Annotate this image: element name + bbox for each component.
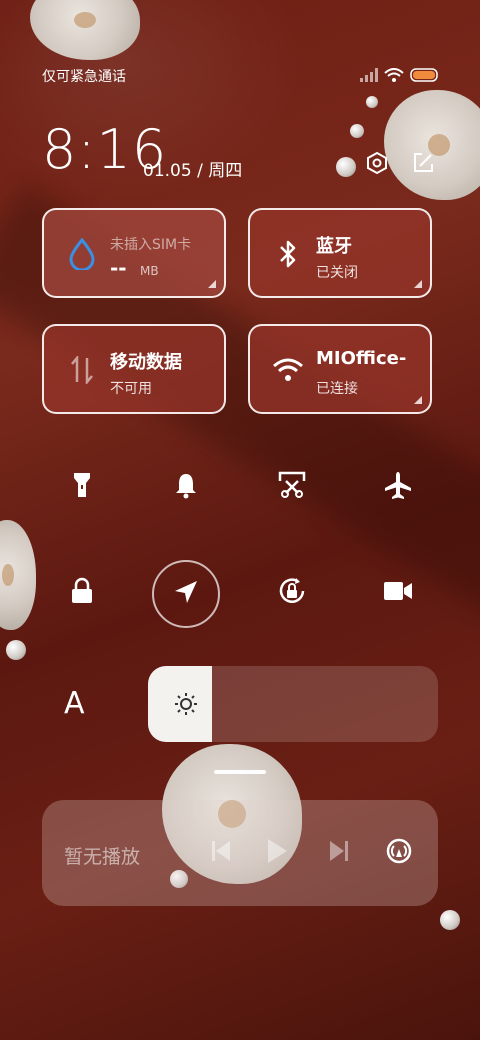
airplane-icon — [383, 470, 413, 504]
background-flower — [0, 520, 36, 630]
cast-button[interactable] — [382, 836, 416, 870]
tile-corner-indicator — [414, 396, 422, 404]
mobile-data-title: 移动数据 — [110, 352, 182, 373]
scissors-icon — [278, 471, 306, 503]
rotation-lock-icon — [277, 576, 307, 610]
location-arrow-icon — [173, 579, 199, 609]
carrier-label: 仅可紧急通话 — [42, 69, 126, 85]
wifi-icon — [272, 354, 304, 386]
data-usage-value: -- — [110, 256, 127, 280]
sun-icon — [174, 692, 198, 716]
airplane-mode-button[interactable] — [374, 463, 422, 511]
water-drop-icon — [66, 238, 98, 270]
edit-icon — [411, 151, 435, 179]
background-flower — [30, 0, 140, 60]
bluetooth-icon — [272, 238, 304, 270]
status-bar: 仅可紧急通话 — [42, 64, 440, 88]
data-usage-unit: MB — [140, 264, 159, 278]
lock-button[interactable] — [58, 569, 106, 617]
settings-button[interactable] — [362, 150, 392, 180]
signal-icon — [360, 67, 378, 86]
bluetooth-title: 蓝牙 — [316, 236, 352, 257]
flashlight-icon — [70, 471, 94, 503]
screen-record-button[interactable] — [374, 569, 422, 617]
bluetooth-tile[interactable]: 蓝牙 已关闭 — [248, 208, 432, 298]
wifi-icon — [384, 67, 404, 86]
location-button[interactable] — [152, 560, 220, 628]
wifi-tile[interactable]: MIOffice- 已连接 — [248, 324, 432, 414]
bluetooth-status: 已关闭 — [316, 265, 358, 281]
screenshot-button[interactable] — [268, 463, 316, 511]
edit-button[interactable] — [408, 150, 438, 180]
date: 01.05 / 周四 — [143, 161, 243, 181]
bell-icon — [173, 471, 199, 503]
mobile-data-status: 不可用 — [110, 381, 152, 397]
wifi-status: 已连接 — [316, 381, 358, 397]
flashlight-button[interactable] — [58, 463, 106, 511]
video-camera-icon — [383, 580, 413, 606]
mobile-data-icon — [66, 354, 98, 386]
tile-corner-indicator — [414, 280, 422, 288]
play-button[interactable] — [260, 836, 294, 870]
brightness-slider[interactable] — [148, 666, 438, 742]
previous-button[interactable] — [204, 836, 238, 870]
battery-icon — [410, 67, 440, 86]
gear-icon — [365, 151, 389, 179]
data-usage-tile[interactable]: 未插入SIM卡 -- MB — [42, 208, 226, 298]
background-flower — [384, 90, 480, 200]
mobile-data-tile[interactable]: 移动数据 不可用 — [42, 324, 226, 414]
sim-status-label: 未插入SIM卡 — [110, 237, 192, 253]
auto-brightness-label[interactable]: A — [64, 686, 85, 721]
panel-drag-handle[interactable] — [214, 770, 266, 774]
rotation-lock-button[interactable] — [268, 569, 316, 617]
tile-corner-indicator — [208, 280, 216, 288]
play-icon — [266, 838, 288, 868]
media-title: 暂无播放 — [64, 846, 141, 868]
lock-icon — [70, 577, 94, 609]
previous-icon — [211, 840, 231, 866]
next-button[interactable] — [322, 836, 356, 870]
wifi-network-name: MIOffice- — [316, 348, 407, 369]
next-icon — [329, 840, 349, 866]
bell-button[interactable] — [162, 463, 210, 511]
cast-icon — [385, 837, 413, 869]
media-player: 暂无播放 — [42, 800, 438, 906]
